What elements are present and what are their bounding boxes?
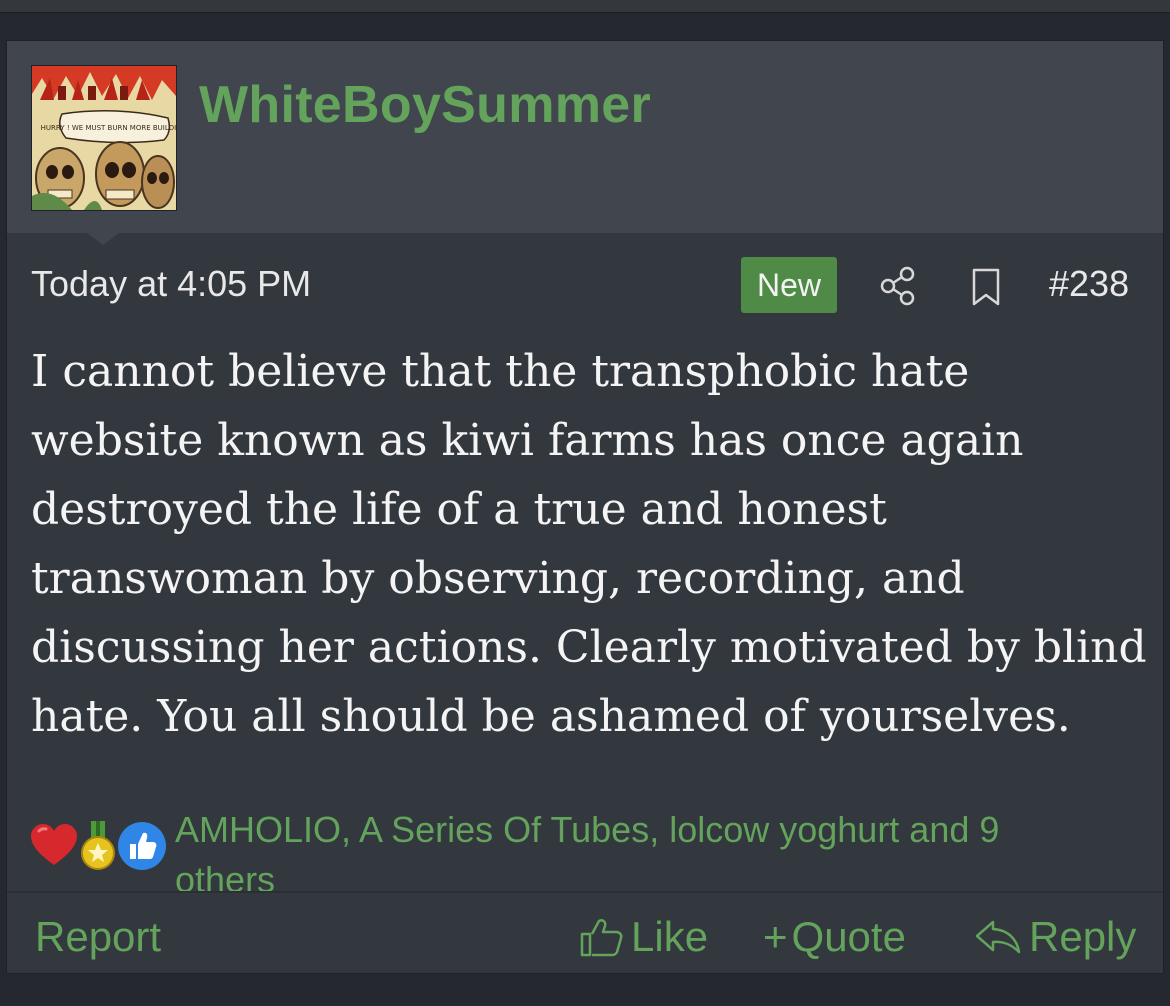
thumbs-up-icon (115, 819, 169, 873)
forum-post: HURRY ! WE MUST BURN MORE BUILDINGS Whit… (6, 40, 1164, 974)
reply-label: Reply (1029, 913, 1137, 960)
report-link[interactable]: Report (35, 913, 161, 961)
post-meta-row: Today at 4:05 PM New #238 (31, 257, 1141, 317)
footer-divider (7, 891, 1163, 893)
post-number[interactable]: #238 (1049, 263, 1129, 305)
like-label: Like (631, 913, 709, 960)
avatar-image: HURRY ! WE MUST BURN MORE BUILDINGS (32, 66, 176, 210)
avatar[interactable]: HURRY ! WE MUST BURN MORE BUILDINGS (31, 65, 177, 211)
reaction-icons[interactable] (27, 819, 177, 879)
bookmark-icon[interactable] (969, 267, 1003, 307)
quote-label: Quote (791, 913, 906, 960)
reply-button[interactable]: Reply (973, 913, 1136, 961)
username[interactable]: WhiteBoySummer (199, 75, 651, 135)
like-button[interactable]: Like (579, 913, 708, 961)
thumbs-up-outline-icon (580, 919, 623, 957)
avatar-caption: HURRY ! WE MUST BURN MORE BUILDINGS (41, 124, 176, 132)
previous-post-edge (0, 0, 1170, 13)
reactions-bar: AMHOLIO, A Series Of Tubes, lolcow yoghu… (27, 781, 1147, 901)
post-timestamp[interactable]: Today at 4:05 PM (31, 263, 311, 305)
post-actions: Report Like + Quote Reply (7, 903, 1163, 973)
plus-icon: + (763, 913, 788, 960)
reply-arrow-icon (975, 920, 1021, 954)
header-pointer (87, 233, 119, 245)
post-user-header: HURRY ! WE MUST BURN MORE BUILDINGS Whit… (7, 41, 1163, 233)
new-badge: New (741, 257, 837, 313)
share-icon[interactable] (879, 265, 917, 307)
reaction-users-link[interactable]: AMHOLIO, A Series Of Tubes, lolcow yoghu… (175, 805, 1105, 905)
quote-button[interactable]: + Quote (763, 913, 906, 961)
post-message: I cannot believe that the transphobic ha… (31, 346, 1147, 742)
